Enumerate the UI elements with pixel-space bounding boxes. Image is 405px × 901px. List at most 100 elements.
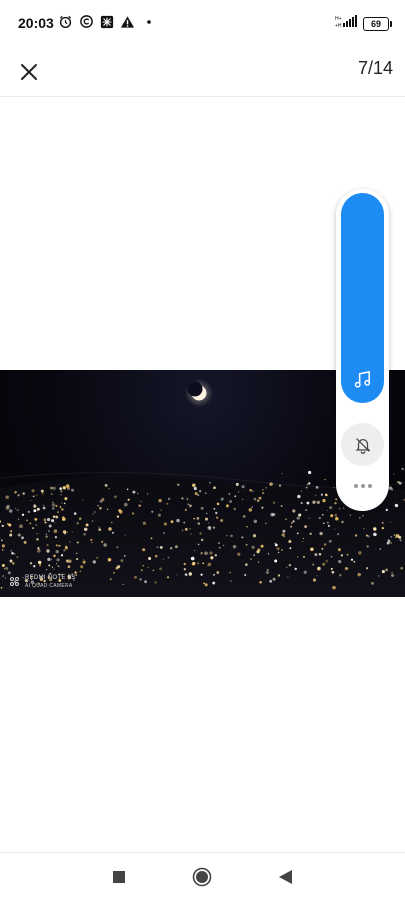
city-light <box>276 547 280 551</box>
city-light <box>342 507 345 509</box>
side-action-panel <box>336 189 389 511</box>
city-light <box>57 511 59 513</box>
city-light <box>54 536 57 539</box>
city-light <box>337 533 340 536</box>
city-light <box>51 519 55 523</box>
city-light <box>204 583 208 587</box>
city-light <box>39 564 42 567</box>
city-light <box>267 553 270 555</box>
city-light <box>58 544 61 548</box>
city-light <box>297 494 301 499</box>
city-light <box>36 494 38 496</box>
city-light <box>185 573 187 575</box>
city-light <box>66 561 69 563</box>
city-light <box>358 516 361 519</box>
city-light <box>124 534 126 536</box>
city-light <box>310 547 314 551</box>
city-light <box>312 500 316 504</box>
city-light <box>31 489 35 493</box>
city-light <box>13 553 16 555</box>
more-dot <box>353 484 358 488</box>
city-light <box>362 515 364 517</box>
city-light <box>19 524 23 528</box>
city-light <box>193 549 195 551</box>
city-light <box>160 509 162 511</box>
city-light <box>204 551 208 555</box>
city-light <box>306 501 310 505</box>
city-light <box>264 522 267 525</box>
city-light <box>201 538 204 542</box>
close-button[interactable] <box>12 55 46 89</box>
city-light <box>33 504 37 508</box>
home-button[interactable] <box>190 865 214 889</box>
city-light <box>17 533 21 537</box>
city-light <box>333 487 335 489</box>
city-light <box>337 548 341 552</box>
city-light <box>296 532 299 535</box>
music-button[interactable] <box>341 193 384 403</box>
status-bar: 20:03 H+ +H 69 <box>0 0 405 48</box>
city-light <box>107 557 112 562</box>
city-light <box>98 528 102 531</box>
city-light <box>373 532 377 537</box>
city-light <box>71 488 74 492</box>
home-circle-icon <box>192 867 212 887</box>
city-light <box>215 511 218 515</box>
city-light <box>381 570 385 574</box>
city-light <box>192 483 196 487</box>
city-light <box>62 486 67 490</box>
city-light <box>8 523 12 527</box>
city-light <box>261 506 264 509</box>
city-light <box>67 565 71 568</box>
city-light <box>75 557 79 561</box>
city-light <box>212 581 216 585</box>
recent-apps-button[interactable] <box>107 865 131 889</box>
more-options-button[interactable] <box>341 475 384 497</box>
city-light <box>36 538 39 541</box>
more-dot <box>367 484 372 488</box>
city-light <box>140 569 143 572</box>
city-light <box>327 524 330 527</box>
city-light <box>315 486 319 489</box>
city-light <box>300 502 303 505</box>
city-light <box>27 510 30 514</box>
status-right: H+ +H 69 <box>335 14 392 33</box>
more-dot <box>360 484 365 488</box>
city-light <box>207 522 209 524</box>
city-light <box>265 486 268 489</box>
city-light <box>55 549 59 554</box>
city-light <box>152 569 155 572</box>
city-light <box>101 540 104 543</box>
city-light <box>29 562 33 565</box>
svg-text:+H: +H <box>335 23 342 28</box>
city-light <box>63 549 66 552</box>
city-light <box>391 573 395 577</box>
city-light <box>335 498 338 501</box>
city-light <box>162 558 164 560</box>
mute-notifications-button[interactable] <box>341 423 384 466</box>
city-light <box>213 508 216 510</box>
city-light <box>159 567 163 571</box>
back-button[interactable] <box>273 865 297 889</box>
city-light <box>82 558 85 561</box>
city-light <box>138 504 141 507</box>
watermark-model: REDMI NOTE 9S <box>25 575 76 581</box>
city-light <box>75 574 78 577</box>
city-light <box>242 515 246 518</box>
city-light <box>365 567 369 570</box>
dot-icon <box>147 19 151 24</box>
city-light <box>45 568 48 571</box>
city-light <box>354 534 358 537</box>
city-light <box>388 486 393 490</box>
city-light <box>184 508 187 511</box>
city-light <box>373 527 377 531</box>
city-light <box>286 566 288 568</box>
city-light <box>62 517 66 521</box>
city-light <box>353 560 356 563</box>
city-light <box>147 493 149 495</box>
city-light <box>232 545 237 549</box>
city-light <box>321 547 324 550</box>
city-light <box>116 515 120 518</box>
city-light <box>5 566 9 570</box>
city-light <box>258 496 262 500</box>
